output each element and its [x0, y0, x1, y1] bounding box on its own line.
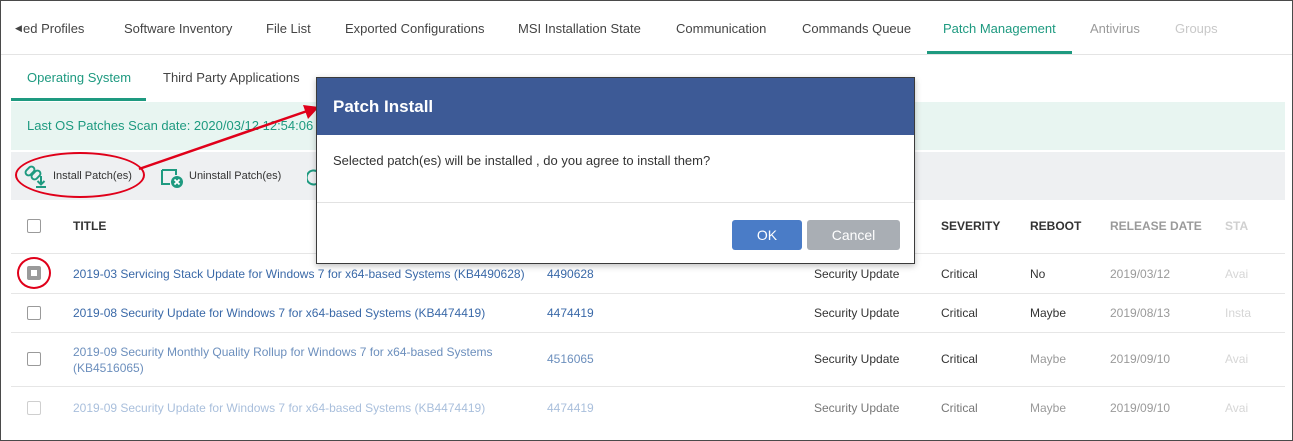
patch-severity: Critical [941, 352, 978, 366]
kb-number-link[interactable]: 4516065 [547, 352, 594, 366]
patch-reboot: No [1030, 267, 1046, 281]
dialog-title: Patch Install [333, 97, 434, 116]
patch-status: Avai [1225, 401, 1249, 415]
column-release-date[interactable]: RELEASE DATE [1110, 219, 1202, 233]
select-all-checkbox[interactable] [27, 219, 41, 233]
table-row[interactable]: 2019-09 Security Monthly Quality Rollup … [11, 333, 1285, 387]
tab-exported-configurations[interactable]: Exported Configurations [345, 21, 484, 36]
patch-severity: Critical [941, 401, 978, 415]
kb-number-link[interactable]: 4474419 [547, 306, 594, 320]
uninstall-patches-button[interactable]: Uninstall Patch(es) [159, 162, 281, 190]
install-button-highlight [15, 152, 145, 198]
column-reboot[interactable]: REBOOT [1030, 219, 1081, 233]
patch-title-link[interactable]: 2019-03 Servicing Stack Update for Windo… [73, 267, 525, 281]
column-status[interactable]: STA [1225, 219, 1248, 233]
patch-category: Security Update [814, 401, 900, 415]
tab-third-party-applications[interactable]: Third Party Applications [163, 70, 300, 85]
tab-commands-queue[interactable]: Commands Queue [802, 21, 911, 36]
row-checkbox-highlight [17, 257, 51, 289]
ok-button[interactable]: OK [732, 220, 802, 250]
row-checkbox[interactable] [27, 401, 41, 415]
patch-reboot: Maybe [1030, 401, 1067, 415]
kb-number-link[interactable]: 4474419 [547, 401, 594, 415]
active-subtab-indicator [11, 98, 146, 101]
patch-management-window: ◀ ed Profiles Software Inventory File Li… [0, 0, 1293, 441]
tab-patch-management[interactable]: Patch Management [943, 21, 1056, 36]
table-row[interactable]: 2019-08 Security Update for Windows 7 fo… [11, 294, 1285, 333]
uninstall-patch-icon [161, 169, 183, 188]
tab-msi-installation-state[interactable]: MSI Installation State [518, 21, 641, 36]
tab-operating-system[interactable]: Operating System [27, 70, 131, 85]
row-checkbox[interactable] [27, 306, 41, 320]
dialog-message: Selected patch(es) will be installed , d… [333, 153, 711, 168]
patch-category: Security Update [814, 352, 900, 366]
tab-groups[interactable]: Groups [1175, 21, 1218, 36]
patch-title-link[interactable]: 2019-09 Security Monthly Quality Rollup … [73, 344, 513, 376]
patch-release-date: 2019/08/13 [1110, 306, 1171, 320]
cancel-button[interactable]: Cancel [807, 220, 900, 250]
patch-release-date: 2019/09/10 [1110, 401, 1171, 415]
column-severity[interactable]: SEVERITY [941, 219, 1000, 233]
caret-left-icon[interactable]: ◀ [15, 23, 22, 34]
patch-status: Insta [1225, 306, 1252, 320]
patch-reboot: Maybe [1030, 352, 1067, 366]
patch-severity: Critical [941, 306, 978, 320]
patch-title-link[interactable]: 2019-08 Security Update for Windows 7 fo… [73, 306, 485, 320]
tab-communication[interactable]: Communication [676, 21, 766, 36]
dialog-body: Selected patch(es) will be installed , d… [317, 135, 914, 203]
patch-category: Security Update [814, 306, 900, 320]
tab-antivirus[interactable]: Antivirus [1090, 21, 1140, 36]
patch-release-date: 2019/09/10 [1110, 352, 1171, 366]
dialog-header: Patch Install [317, 78, 914, 135]
patch-severity: Critical [941, 267, 978, 281]
patch-category: Security Update [814, 267, 900, 281]
tab-file-list[interactable]: File List [266, 21, 311, 36]
tab-software-inventory[interactable]: Software Inventory [124, 21, 232, 36]
table-row[interactable]: 2019-09 Security Update for Windows 7 fo… [11, 387, 1285, 427]
kb-number-link[interactable]: 4490628 [547, 267, 594, 281]
patch-reboot: Maybe [1030, 306, 1067, 320]
patch-install-dialog: Patch Install Selected patch(es) will be… [316, 77, 915, 264]
patch-title-link[interactable]: 2019-09 Security Update for Windows 7 fo… [73, 401, 485, 415]
uninstall-patches-label: Uninstall Patch(es) [189, 170, 282, 182]
last-scan-date: Last OS Patches Scan date: 2020/03/12 12… [27, 118, 314, 133]
top-tab-bar: ◀ ed Profiles Software Inventory File Li… [1, 1, 1292, 55]
column-title[interactable]: TITLE [73, 219, 106, 233]
patch-status: Avai [1225, 352, 1249, 366]
patch-status: Avai [1225, 267, 1249, 281]
active-tab-indicator [927, 51, 1072, 54]
patch-release-date: 2019/03/12 [1110, 267, 1171, 281]
row-checkbox[interactable] [27, 352, 41, 366]
tab-associated-profiles[interactable]: ed Profiles [23, 21, 84, 36]
